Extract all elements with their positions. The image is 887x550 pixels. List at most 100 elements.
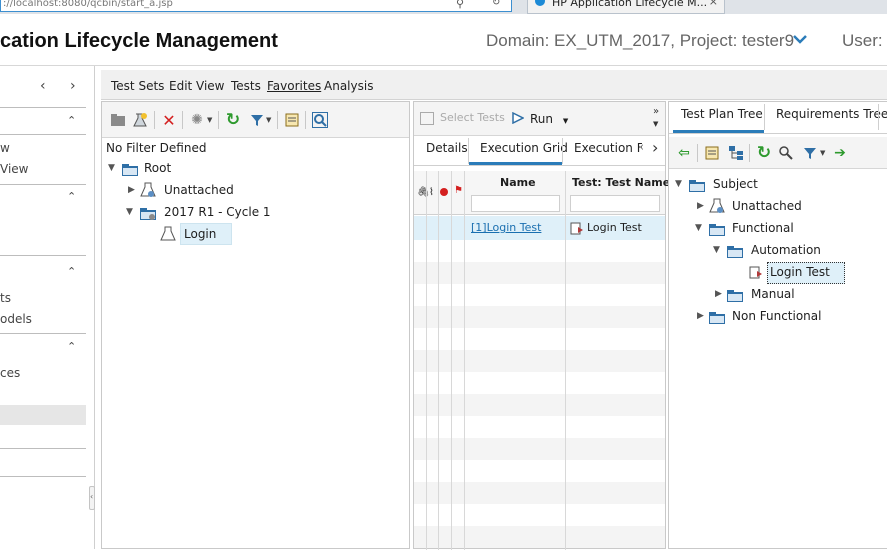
panel-resize-handle[interactable]: ‹ bbox=[89, 486, 95, 510]
grid-column-line bbox=[451, 171, 452, 550]
run-button[interactable]: Run ▼ bbox=[512, 111, 569, 127]
expand-down-icon[interactable]: ▼ bbox=[108, 158, 115, 178]
test-sets-panel: ✕ ✺ ▼ ↻ ▼ No Filter Defined ▼ Root ▶ Una… bbox=[101, 101, 410, 549]
domain-project-label: Domain: EX_UTM_2017, Project: tester9 bbox=[486, 31, 795, 50]
expand-down-icon[interactable]: ▼ bbox=[126, 202, 133, 222]
menu-test-sets[interactable]: Test Sets bbox=[111, 79, 164, 93]
go-to-icon[interactable]: ➔ bbox=[831, 144, 849, 162]
tree-label: Login bbox=[184, 227, 217, 241]
select-tests-button[interactable]: Select Tests bbox=[420, 111, 505, 125]
browser-tab[interactable]: HP Application Lifecycle M... × bbox=[527, 0, 725, 14]
column-header-test-name[interactable]: Test: Test Name bbox=[572, 176, 670, 189]
tree-node-login-test[interactable]: Login Test bbox=[669, 262, 887, 282]
nav-item[interactable]: View bbox=[0, 162, 28, 176]
details-icon[interactable] bbox=[703, 144, 721, 162]
overflow-icon[interactable]: » bbox=[653, 106, 659, 117]
name-filter-input[interactable] bbox=[471, 195, 560, 212]
chevron-down-icon[interactable] bbox=[792, 32, 808, 46]
nav-item[interactable]: ts bbox=[0, 291, 11, 305]
tree-node-unattached[interactable]: ▶ Unattached bbox=[102, 180, 302, 200]
menu-view[interactable]: View bbox=[196, 79, 224, 93]
tree-label: Manual bbox=[751, 287, 795, 301]
search-icon[interactable] bbox=[777, 144, 795, 162]
tree-node-unattached[interactable]: ▶ Unattached bbox=[669, 196, 887, 216]
tree-label: Functional bbox=[732, 221, 794, 235]
gear-icon[interactable]: ✺ bbox=[188, 111, 206, 129]
nav-item[interactable]: odels bbox=[0, 312, 32, 326]
collapse-up-icon[interactable]: ⌃ bbox=[67, 340, 76, 353]
flag-icon: ⚑ bbox=[454, 185, 463, 196]
tab-execution-grid[interactable]: Execution Grid bbox=[480, 141, 568, 155]
expand-right-icon[interactable]: ▶ bbox=[697, 306, 704, 326]
nav-item[interactable]: w bbox=[0, 141, 10, 155]
app-title: cation Lifecycle Management bbox=[0, 30, 278, 52]
tab-details[interactable]: Details bbox=[426, 141, 468, 155]
nav-separator bbox=[0, 134, 86, 135]
expand-down-icon[interactable]: ▼ bbox=[695, 218, 702, 238]
filter-icon[interactable] bbox=[801, 144, 819, 162]
caret-down-icon[interactable]: ▼ bbox=[207, 116, 212, 124]
grid-column-line bbox=[426, 171, 427, 550]
nav-item-selected[interactable] bbox=[0, 405, 86, 425]
browser-tab-title: HP Application Lifecycle M... bbox=[552, 0, 708, 9]
new-folder-icon[interactable] bbox=[109, 111, 127, 129]
chevron-left-icon[interactable]: ‹ bbox=[639, 140, 644, 155]
tab-execution-flow[interactable]: Execution Flo bbox=[574, 141, 642, 155]
nav-separator bbox=[0, 107, 86, 108]
refresh-icon[interactable]: ↻ bbox=[224, 110, 242, 130]
expand-down-icon[interactable]: ▼ bbox=[675, 174, 682, 194]
tree-node-non-functional[interactable]: ▶ Non Functional bbox=[669, 306, 887, 326]
test-name-cell: Login Test bbox=[587, 221, 642, 234]
tree-node-manual[interactable]: ▶ Manual bbox=[669, 284, 887, 304]
expand-right-icon[interactable]: ▶ bbox=[715, 284, 722, 304]
nav-item[interactable]: ces bbox=[0, 366, 20, 380]
tree-node-automation[interactable]: ▼ Automation bbox=[669, 240, 887, 260]
delete-icon[interactable]: ✕ bbox=[160, 111, 178, 130]
tab-test-plan-tree[interactable]: Test Plan Tree bbox=[681, 107, 763, 121]
tree-node-cycle[interactable]: ▼ 2017 R1 - Cycle 1 bbox=[102, 202, 302, 222]
tree-node-subject[interactable]: ▼ Subject bbox=[669, 174, 887, 194]
caret-down-icon[interactable]: ▼ bbox=[820, 149, 825, 157]
nav-arrows[interactable]: ‹ › bbox=[40, 78, 86, 94]
expand-right-icon[interactable]: ▶ bbox=[128, 180, 135, 200]
tree-node-functional[interactable]: ▼ Functional bbox=[669, 218, 887, 238]
tree-node-login[interactable]: Login bbox=[102, 224, 302, 244]
menu-favorites[interactable]: Favorites bbox=[267, 79, 321, 93]
tree-label: Unattached bbox=[732, 199, 802, 213]
tree-label: Non Functional bbox=[732, 309, 822, 323]
details-icon[interactable] bbox=[283, 111, 301, 129]
expand-right-icon[interactable]: ▶ bbox=[697, 196, 704, 216]
menu-analysis[interactable]: Analysis bbox=[324, 79, 373, 93]
left-nav: ‹ › ⌃ w View ⌃ ⌃ ts odels ⌃ ces ‹ bbox=[0, 66, 95, 549]
caret-down-icon[interactable]: ▼ bbox=[266, 116, 271, 124]
menu-tests[interactable]: Tests bbox=[231, 79, 261, 93]
toolbar-separator bbox=[154, 111, 155, 129]
column-header-name[interactable]: Name bbox=[500, 176, 536, 189]
execution-panel: Select Tests Run ▼ » ▼ Details Execution… bbox=[413, 101, 670, 550]
tab-separator bbox=[468, 138, 469, 164]
chevron-right-icon[interactable]: › bbox=[652, 138, 658, 157]
close-icon[interactable]: × bbox=[709, 0, 718, 7]
test-instance-link[interactable]: [1]Login Test bbox=[471, 221, 541, 234]
refresh-icon[interactable]: ↻ bbox=[755, 143, 773, 163]
caret-down-icon[interactable]: ▼ bbox=[653, 120, 658, 128]
expand-down-icon[interactable]: ▼ bbox=[713, 240, 720, 260]
tree-node-root[interactable]: ▼ Root bbox=[102, 158, 302, 178]
new-test-set-icon[interactable] bbox=[131, 111, 149, 129]
collapse-up-icon[interactable]: ⌃ bbox=[67, 190, 76, 203]
search-icon[interactable]: ⚲ bbox=[456, 0, 464, 10]
find-icon[interactable] bbox=[311, 111, 329, 129]
collapse-up-icon[interactable]: ⌃ bbox=[67, 114, 76, 127]
hierarchy-icon[interactable] bbox=[727, 144, 745, 162]
caret-down-icon: ▼ bbox=[562, 117, 569, 125]
url-bar[interactable]: ://localhost:8080/qcbin/start_a.jsp bbox=[0, 0, 512, 12]
toolbar-separator bbox=[305, 111, 306, 129]
menu-edit[interactable]: Edit bbox=[169, 79, 192, 93]
tab-requirements-tree[interactable]: Requirements Tree bbox=[776, 107, 887, 121]
user-label[interactable]: User: t bbox=[842, 31, 887, 51]
test-name-filter-input[interactable] bbox=[570, 195, 660, 212]
collapse-up-icon[interactable]: ⌃ bbox=[67, 265, 76, 278]
filter-icon[interactable] bbox=[248, 111, 266, 129]
back-arrow-icon[interactable]: ⇦ bbox=[675, 144, 693, 162]
refresh-icon[interactable]: ↻ bbox=[492, 0, 500, 8]
